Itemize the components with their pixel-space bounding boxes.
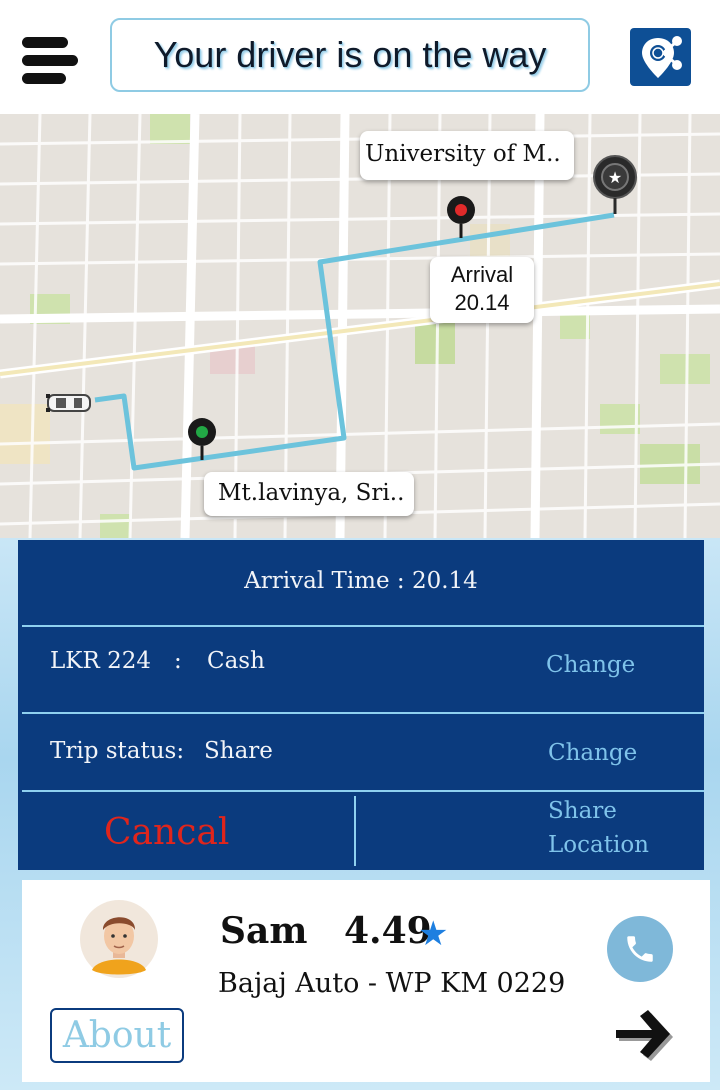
- driver-name: Sam: [220, 910, 308, 952]
- trip-status-label: Trip status:: [50, 738, 185, 764]
- waypoint-pin-icon[interactable]: [445, 194, 477, 242]
- next-button[interactable]: [610, 1006, 676, 1062]
- fare-amount: LKR 224: [50, 648, 151, 674]
- vertical-divider: [354, 796, 356, 866]
- status-title-box: Your driver is on the way: [110, 18, 590, 92]
- origin-callout[interactable]: Mt.lavinya, Sri..: [204, 472, 414, 516]
- arrival-callout: Arrival 20.14: [430, 257, 534, 323]
- destination-callout[interactable]: University of M..: [360, 131, 574, 180]
- vehicle-info: Bajaj Auto - WP KM 0229: [218, 968, 566, 999]
- avatar: [80, 900, 158, 978]
- fare-separator: :: [174, 648, 182, 674]
- phone-icon: [627, 936, 653, 962]
- arrival-callout-time: 20.14: [454, 290, 510, 315]
- trip-status-value: Share: [204, 738, 273, 764]
- share-location-line2: Location: [548, 832, 649, 858]
- change-status-link[interactable]: Change: [548, 740, 637, 766]
- arrival-time-text: Arrival Time : 20.14: [244, 568, 478, 594]
- call-driver-button[interactable]: [607, 916, 673, 982]
- hamburger-menu-icon[interactable]: [22, 36, 80, 86]
- share-location-line1: Share: [548, 798, 617, 824]
- page-title: Your driver is on the way: [153, 34, 547, 75]
- divider: [22, 790, 704, 792]
- arrow-right-icon: [616, 1010, 673, 1061]
- top-bar: Your driver is on the way: [0, 0, 720, 114]
- divider: [22, 625, 704, 627]
- destination-pin-icon[interactable]: ★: [592, 154, 638, 220]
- location-share-icon[interactable]: [630, 28, 691, 86]
- car-icon: [46, 392, 92, 418]
- driver-card: Sam 4.49 ★ Bajaj Auto - WP KM 0229 About: [22, 880, 710, 1082]
- about-button-label: About: [62, 1015, 172, 1056]
- origin-pin-icon[interactable]: [186, 416, 218, 464]
- origin-label: Mt.lavinya, Sri..: [218, 480, 405, 506]
- svg-text:★: ★: [608, 168, 622, 187]
- destination-label: University of M..: [365, 141, 561, 167]
- divider: [22, 712, 704, 714]
- arrival-callout-label: Arrival: [450, 262, 514, 287]
- payment-method: Cash: [207, 648, 265, 674]
- trip-info-panel: Arrival Time : 20.14 LKR 224 : Cash Chan…: [18, 540, 704, 870]
- star-icon: ★: [418, 914, 449, 954]
- about-driver-button[interactable]: About: [50, 1008, 184, 1063]
- change-payment-link[interactable]: Change: [546, 652, 635, 678]
- cancel-trip-button[interactable]: Cancal: [104, 812, 229, 853]
- share-location-button[interactable]: Share Location: [548, 794, 649, 862]
